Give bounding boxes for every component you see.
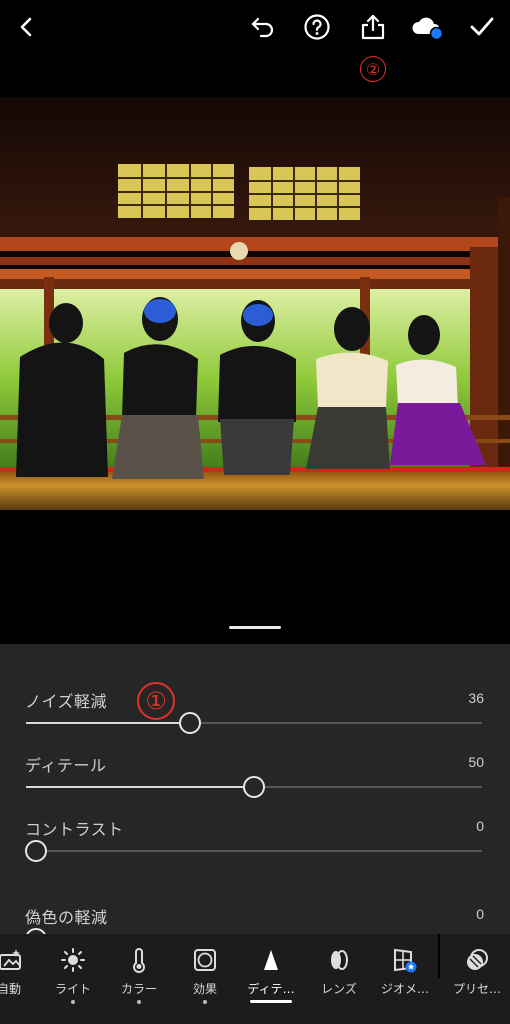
geometry-icon bbox=[391, 946, 419, 974]
adjusted-dot bbox=[203, 1000, 207, 1004]
undo-icon[interactable] bbox=[246, 10, 280, 44]
canvas-background bbox=[0, 510, 510, 644]
slider-thumb[interactable] bbox=[243, 776, 265, 798]
slider-value: 0 bbox=[476, 818, 484, 834]
thermometer-icon bbox=[125, 946, 153, 974]
toolbar-divider bbox=[438, 934, 440, 978]
slider-fill bbox=[26, 722, 191, 724]
slider-fill bbox=[26, 786, 254, 788]
tool-geometry[interactable]: ジオメ… bbox=[374, 934, 436, 1024]
triangle-icon bbox=[257, 946, 285, 974]
slider-contrast: コントラスト 0 bbox=[0, 816, 510, 880]
tool-light[interactable]: ライト bbox=[48, 934, 98, 1024]
slider-label: ノイズ軽減 bbox=[25, 692, 108, 711]
tool-label: カラー bbox=[120, 982, 157, 996]
slider-thumb[interactable] bbox=[179, 712, 202, 734]
slider-value: 0 bbox=[476, 906, 484, 922]
tool-label: ジオメ… bbox=[380, 982, 429, 996]
top-bar: ② bbox=[0, 0, 510, 82]
auto-icon bbox=[0, 946, 23, 974]
vignette-icon bbox=[191, 946, 219, 974]
slider-label: 偽色の軽減 bbox=[25, 908, 108, 927]
slider-defringe: 偽色の軽減 0 bbox=[0, 904, 510, 934]
cloud-sync-icon[interactable] bbox=[410, 10, 446, 44]
photo-image bbox=[0, 97, 510, 510]
slider-track[interactable] bbox=[26, 722, 482, 724]
presets-icon bbox=[463, 946, 491, 974]
photo-canvas[interactable] bbox=[0, 97, 510, 510]
annotation-circle-2: ② bbox=[360, 56, 386, 82]
slider-value: 36 bbox=[468, 690, 484, 706]
share-icon[interactable] bbox=[356, 10, 390, 44]
detail-panel: ノイズ軽減 36 ディテール 50 コントラスト 0 偽色の軽減 0 ① bbox=[0, 644, 510, 934]
tool-label: プリセ… bbox=[452, 982, 501, 996]
tool-detail[interactable]: ディテ… bbox=[242, 934, 300, 1024]
back-chevron-icon[interactable] bbox=[10, 10, 44, 44]
slider-thumb[interactable] bbox=[25, 840, 47, 862]
tool-label: ライト bbox=[54, 982, 91, 996]
tool-label: 自動 bbox=[0, 982, 21, 996]
tool-auto[interactable]: 自動 bbox=[0, 934, 32, 1024]
slider-label: ディテール bbox=[25, 756, 107, 775]
slider-detail: ディテール 50 bbox=[0, 752, 510, 816]
slider-noise-reduction: ノイズ軽減 36 bbox=[0, 688, 510, 752]
slider-label: コントラスト bbox=[25, 820, 124, 839]
annotation-circle-1: ① bbox=[137, 682, 175, 720]
adjusted-dot bbox=[71, 1000, 75, 1004]
help-icon[interactable] bbox=[300, 10, 334, 44]
slider-value: 50 bbox=[468, 754, 484, 770]
active-tab-underline bbox=[250, 1000, 292, 1003]
lens-icon bbox=[325, 946, 353, 974]
done-check-icon[interactable] bbox=[465, 10, 499, 44]
tool-effects[interactable]: 効果 bbox=[180, 934, 230, 1024]
tool-color[interactable]: カラー bbox=[114, 934, 164, 1024]
tool-presets[interactable]: プリセ… bbox=[446, 934, 508, 1024]
sun-icon bbox=[59, 946, 87, 974]
tool-lens[interactable]: レンズ bbox=[314, 934, 364, 1024]
tool-label: 効果 bbox=[192, 982, 217, 996]
bottom-toolbar: 自動 ライト カラー 効果 ディテ… レンズ ジオメ… プリセ… bbox=[0, 934, 510, 1024]
tool-label: ディテ… bbox=[247, 982, 295, 996]
tool-label: レンズ bbox=[321, 982, 357, 996]
adjusted-dot bbox=[137, 1000, 141, 1004]
panel-grab-handle[interactable] bbox=[229, 626, 281, 629]
slider-track[interactable] bbox=[26, 850, 482, 852]
